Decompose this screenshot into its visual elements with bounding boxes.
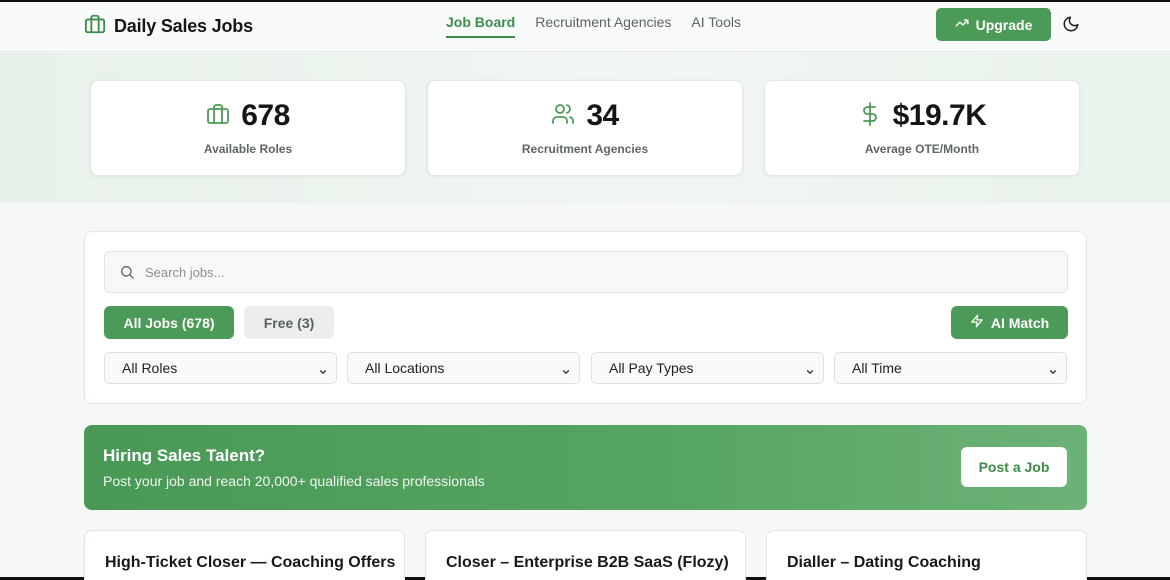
stat-label: Recruitment Agencies bbox=[521, 142, 649, 156]
brand-title: Daily Sales Jobs bbox=[114, 16, 253, 36]
job-title: Closer – Enterprise B2B SaaS (Flozy) bbox=[446, 554, 729, 571]
stat-value: 678 bbox=[241, 99, 290, 132]
briefcase-icon bbox=[206, 102, 230, 131]
job-card[interactable]: Dialler – Dating Coaching bbox=[766, 530, 1087, 580]
tab-free[interactable]: Free (3) bbox=[244, 306, 334, 339]
zap-icon bbox=[970, 314, 984, 331]
stat-value: $19.7K bbox=[892, 99, 987, 132]
chevron-down-icon bbox=[561, 364, 571, 380]
roles-select[interactable]: All Roles bbox=[104, 352, 337, 384]
chevron-down-icon bbox=[805, 364, 815, 380]
nav-recruitment-agencies[interactable]: Recruitment Agencies bbox=[535, 14, 671, 38]
locations-select[interactable]: All Locations bbox=[347, 352, 580, 384]
search-input[interactable] bbox=[145, 252, 1045, 292]
ai-match-label: AI Match bbox=[990, 314, 1050, 331]
locations-select-value: All Locations bbox=[365, 360, 445, 376]
nav-ai-tools[interactable]: AI Tools bbox=[691, 14, 741, 38]
upgrade-label: Upgrade bbox=[975, 16, 1033, 33]
stat-label: Available Roles bbox=[203, 142, 293, 156]
top-navbar: Daily Sales Jobs Job Board Recruitment A… bbox=[0, 2, 1170, 52]
chevron-down-icon bbox=[318, 364, 328, 380]
stat-card-ote: $19.7K Average OTE/Month bbox=[764, 80, 1080, 176]
pay-types-select[interactable]: All Pay Types bbox=[591, 352, 824, 384]
time-select[interactable]: All Time bbox=[834, 352, 1067, 384]
stats-hero: 678 Available Roles 34 Recruitment Agenc… bbox=[0, 53, 1170, 203]
theme-toggle-button[interactable] bbox=[1062, 15, 1082, 35]
pay-types-select-value: All Pay Types bbox=[609, 360, 694, 376]
brand[interactable]: Daily Sales Jobs bbox=[84, 13, 253, 40]
roles-select-value: All Roles bbox=[122, 360, 178, 376]
nav-job-board[interactable]: Job Board bbox=[446, 14, 516, 38]
stat-value: 34 bbox=[586, 99, 619, 132]
users-icon bbox=[551, 102, 575, 131]
trending-up-icon bbox=[955, 16, 969, 33]
job-card[interactable]: Closer – Enterprise B2B SaaS (Flozy) bbox=[425, 530, 746, 580]
search-box bbox=[104, 251, 1068, 293]
job-card[interactable]: High-Ticket Closer — Coaching Offers bbox=[84, 530, 405, 580]
dollar-icon bbox=[858, 101, 882, 131]
hiring-banner: Hiring Sales Talent? Post your job and r… bbox=[84, 425, 1087, 510]
post-job-button[interactable]: Post a Job bbox=[961, 447, 1067, 487]
ai-match-button[interactable]: AI Match bbox=[951, 306, 1068, 339]
banner-title: Hiring Sales Talent? bbox=[103, 446, 266, 465]
chevron-down-icon bbox=[1048, 364, 1058, 380]
main-nav: Job Board Recruitment Agencies AI Tools bbox=[446, 14, 741, 38]
banner-subtitle: Post your job and reach 20,000+ qualifie… bbox=[103, 473, 485, 489]
filter-panel: All Jobs (678) Free (3) AI Match All Rol… bbox=[84, 231, 1087, 404]
stat-card-roles: 678 Available Roles bbox=[90, 80, 406, 176]
upgrade-button[interactable]: Upgrade bbox=[936, 8, 1051, 41]
moon-icon bbox=[1062, 16, 1080, 37]
briefcase-logo-icon bbox=[84, 13, 106, 40]
tab-all-jobs[interactable]: All Jobs (678) bbox=[104, 306, 234, 339]
job-title: Dialler – Dating Coaching bbox=[787, 554, 981, 571]
stat-card-agencies: 34 Recruitment Agencies bbox=[427, 80, 743, 176]
time-select-value: All Time bbox=[852, 360, 902, 376]
job-title: High-Ticket Closer — Coaching Offers bbox=[105, 554, 396, 571]
stat-label: Average OTE/Month bbox=[864, 142, 980, 156]
